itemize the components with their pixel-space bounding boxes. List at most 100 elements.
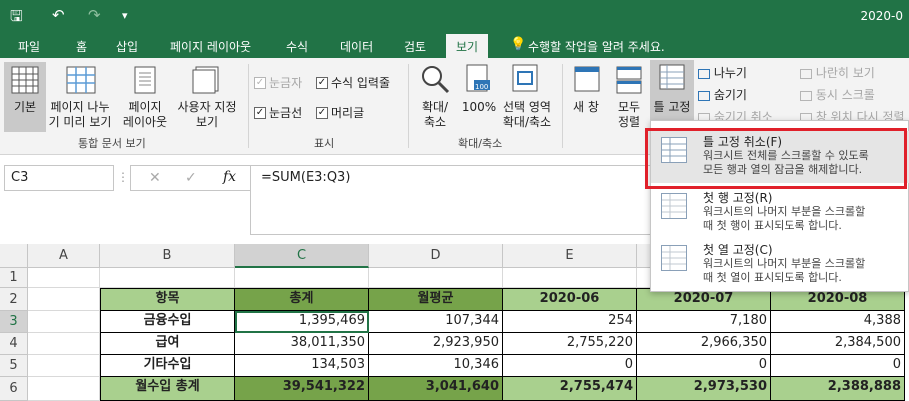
hide-button[interactable]: 숨기기 [698,88,747,103]
cell-a5[interactable] [28,355,100,377]
page-break-preview-button[interactable]: 페이지 나누 기 미리 보기 [48,100,112,130]
table-cell[interactable]: 2,966,350 [637,333,771,355]
table-cell[interactable]: 0 [503,355,637,377]
table-header-month[interactable]: 2020-06 [503,288,637,311]
freeze-panes-button[interactable]: 틀 고정 [650,60,694,120]
tab-file[interactable]: 파일 [18,38,40,55]
table-cell[interactable]: 107,344 [369,311,503,333]
hide-icon [698,90,710,101]
cell-d1[interactable] [369,268,503,288]
name-box-dropdown-icon[interactable]: ⋮ [117,170,129,184]
highlight-box [645,128,907,189]
separator [248,64,249,148]
custom-views-button[interactable]: 사용자 지정 보기 [172,100,242,130]
row-header-3[interactable]: 3 [0,311,28,333]
cell-e1[interactable] [503,268,637,288]
select-all-corner[interactable] [0,244,28,268]
column-header-c[interactable]: C [235,244,369,268]
normal-view-button[interactable]: 기본 [4,62,46,132]
table-cell[interactable]: 0 [637,355,771,377]
window-title: 2020-0 [860,9,903,23]
table-total-cell[interactable]: 2,755,474 [503,377,637,401]
row-header-1[interactable]: 1 [0,268,28,288]
table-cell[interactable]: 38,011,350 [235,333,369,355]
zoom-100-icon: 100 [466,64,490,92]
table-cell[interactable]: 2,923,950 [369,333,503,355]
cell-c1[interactable] [235,268,369,288]
menu-item-freeze-top-row[interactable]: 첫 행 고정(R) 워크시트의 나머지 부분을 스크롤할 때 첫 행이 표시되도… [651,187,909,239]
table-cell[interactable]: 7,180 [637,311,771,333]
formula-buttons: ✕ ✓ fx [130,165,250,191]
zoom-selection-button[interactable]: 선택 영역 확대/축소 [498,100,556,130]
row-header-2[interactable]: 2 [0,288,28,311]
tab-formulas[interactable]: 수식 [286,38,308,55]
split-button[interactable]: 나누기 [698,66,747,81]
sync-scroll-label: 동시 스크롤 [815,88,875,102]
table-total-cell[interactable]: 2,973,530 [637,377,771,401]
table-total-label[interactable]: 월수입 총계 [100,377,235,401]
column-header-b[interactable]: B [100,244,235,268]
table-header-total[interactable]: 총계 [235,288,369,311]
row-header-6[interactable]: 6 [0,377,28,401]
selected-cell-c3[interactable]: 1,395,469 [235,311,369,333]
table-cell[interactable]: 0 [771,355,905,377]
column-header-e[interactable]: E [503,244,637,268]
cell-a6[interactable] [28,377,100,401]
table-cell[interactable]: 254 [503,311,637,333]
column-header-d[interactable]: D [369,244,503,268]
tab-insert[interactable]: 삽입 [116,38,138,55]
cell-a1[interactable] [28,268,100,288]
table-cell[interactable]: 134,503 [235,355,369,377]
sync-scroll-button[interactable]: 동시 스크롤 [800,88,875,103]
arrange-all-button[interactable]: 모두 정렬 [610,100,648,130]
cell-a3[interactable] [28,311,100,333]
name-box[interactable]: C3 [4,165,114,191]
table-cell[interactable]: 10,346 [369,355,503,377]
table-header-item[interactable]: 항목 [100,288,235,311]
qat-more-icon[interactable]: ▾ [122,9,128,22]
formula-bar-label: 수식 입력줄 [331,76,391,90]
custom-views-icon [192,66,219,94]
table-cell[interactable]: 2,755,220 [503,333,637,355]
view-side-by-side-button[interactable]: 나란히 보기 [800,66,875,81]
tell-me-input[interactable]: 수행할 작업을 알려 주세요. [528,38,665,55]
ruler-checkbox[interactable]: ✓ 눈금자 [254,74,302,91]
menu-item-freeze-first-column[interactable]: 첫 열 고정(C) 워크시트의 나머지 부분을 스크롤할 때 첫 열이 표시되도… [651,239,909,291]
tab-data[interactable]: 데이터 [340,38,373,55]
new-window-button[interactable]: 새 창 [566,100,606,115]
row-header-4[interactable]: 4 [0,333,28,355]
column-header-a[interactable]: A [28,244,100,268]
save-icon[interactable]: 🖫 [10,6,23,31]
row-header-5[interactable]: 5 [0,355,28,377]
page-layout-button[interactable]: 페이지 레이아웃 [118,100,172,130]
table-total-cell[interactable]: 2,388,888 [771,377,905,401]
cell-a4[interactable] [28,333,100,355]
formula-bar-checkbox[interactable]: ✓ 수식 입력줄 [316,74,390,91]
table-total-cell[interactable]: 3,041,640 [369,377,503,401]
freeze-first-column-desc: 워크시트의 나머지 부분을 스크롤할 때 첫 열이 표시되도록 합니다. [703,257,865,285]
table-total-cell[interactable]: 39,541,322 [235,377,369,401]
redo-icon[interactable]: ↷ [88,6,101,24]
cancel-icon[interactable]: ✕ [149,170,161,186]
zoom-100-button[interactable]: 100% [460,100,498,115]
undo-icon[interactable]: ↶ [52,6,65,24]
enter-icon[interactable]: ✓ [185,170,197,186]
table-row-label[interactable]: 급여 [100,333,235,355]
tab-view[interactable]: 보기 [446,34,489,58]
cell-b1[interactable] [100,268,235,288]
cell-a2[interactable] [28,288,100,311]
insert-function-icon[interactable]: fx [223,169,236,185]
side-by-side-label: 나란히 보기 [815,66,875,80]
tab-review[interactable]: 검토 [404,38,426,55]
tab-home[interactable]: 홈 [76,38,87,55]
gridlines-checkbox[interactable]: ✓ 눈금선 [254,104,302,121]
table-row-label[interactable]: 기타수입 [100,355,235,377]
table-header-average[interactable]: 월평균 [369,288,503,311]
headings-checkbox[interactable]: ✓ 머리글 [316,104,364,121]
page-layout-label-1: 페이지 [128,100,162,114]
table-cell[interactable]: 4,388 [771,311,905,333]
table-cell[interactable]: 2,384,500 [771,333,905,355]
tab-page-layout[interactable]: 페이지 레이아웃 [170,38,251,55]
zoom-button[interactable]: 확대/ 축소 [414,100,456,130]
table-row-label[interactable]: 금융수입 [100,311,235,333]
